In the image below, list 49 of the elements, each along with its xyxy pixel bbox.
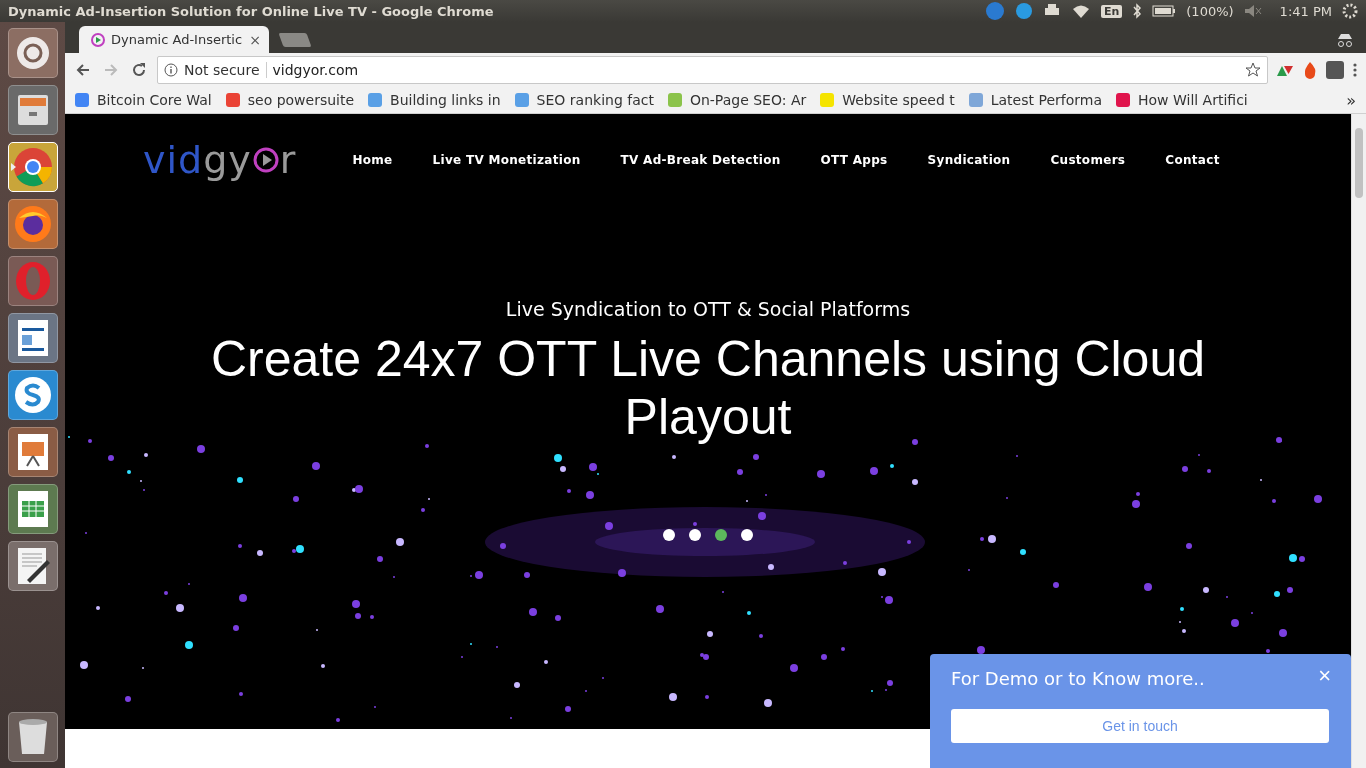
nav-link[interactable]: Contact xyxy=(1165,153,1220,167)
launcher-item[interactable] xyxy=(7,313,58,363)
bookmark-link[interactable]: Latest Performa xyxy=(968,92,1102,108)
ubuntu-icon[interactable] xyxy=(15,36,50,70)
nav-link[interactable]: Home xyxy=(352,153,393,167)
window-title: Dynamic Ad-Insertion Solution for Online Live TV - Google Chrome xyxy=(8,3,495,19)
bookmark-link[interactable]: SEO ranking fact xyxy=(514,92,654,108)
launcher-item[interactable] xyxy=(7,85,58,135)
browser-tab[interactable]: Dynamic Ad-Insertic × xyxy=(79,26,269,53)
nav-link[interactable]: Live TV Monetization xyxy=(432,153,581,167)
bluetooth-icon[interactable] xyxy=(1132,3,1143,19)
incognito-icon xyxy=(1336,33,1354,47)
vidgyor-logo[interactable]: vidgy r xyxy=(143,141,297,179)
hero-headline: Create 24x7 OTT Live Channels using Cloud Playout xyxy=(209,330,1207,446)
nav-link[interactable]: OTT Apps xyxy=(820,153,888,167)
hero-subtitle: Live Syndication to OTT & Social Platforms xyxy=(504,298,912,320)
new-tab-button[interactable] xyxy=(278,33,312,47)
url-text: vidgyor.com xyxy=(272,62,360,78)
menu-icon[interactable] xyxy=(1352,62,1358,78)
wifi-icon[interactable] xyxy=(1070,3,1091,19)
launcher-item[interactable] xyxy=(7,427,58,477)
nav-link[interactable]: Syndication xyxy=(927,153,1011,167)
security-label: Not secure xyxy=(184,62,267,78)
popup-title: For Demo or to Know more.. xyxy=(951,668,1206,689)
launcher-item[interactable] xyxy=(7,484,58,534)
bookmark-link[interactable]: Bitcoin Core Wal xyxy=(75,92,212,108)
info-icon[interactable] xyxy=(164,63,178,77)
scrollbar[interactable] xyxy=(1351,114,1366,768)
nav-link[interactable]: Customers xyxy=(1050,153,1126,167)
battery-icon[interactable] xyxy=(1152,5,1177,17)
address-field[interactable]: Not secure vidgyor.com xyxy=(157,56,1268,84)
launcher-item[interactable] xyxy=(7,541,58,591)
bookmark-link[interactable]: Website speed t xyxy=(820,92,955,108)
launcher-item[interactable] xyxy=(7,28,58,78)
nav-link[interactable]: TV Ad-Break Detection xyxy=(620,153,781,167)
muted-speaker-icon[interactable] xyxy=(1243,4,1262,18)
bookmark-link[interactable]: On-Page SEO: Ar xyxy=(667,92,807,108)
close-tab-button[interactable]: × xyxy=(249,31,261,48)
extension-icon[interactable] xyxy=(1276,63,1294,77)
keyboard-layout-indicator[interactable]: En xyxy=(1100,4,1123,18)
clock[interactable]: 1:41 PM xyxy=(1279,3,1332,19)
bookmark-link[interactable]: seo powersuite xyxy=(225,92,355,108)
battery-percentage: (100%) xyxy=(1186,3,1234,19)
scrollbar-thumb[interactable] xyxy=(1355,128,1363,198)
more-bookmarks-button[interactable]: » xyxy=(1346,90,1356,110)
bookmark-link[interactable]: How Will Artifici xyxy=(1115,92,1248,108)
bookmark-link[interactable]: Building links in xyxy=(368,92,501,108)
star-icon[interactable] xyxy=(1245,62,1261,78)
play-icon xyxy=(91,32,105,47)
